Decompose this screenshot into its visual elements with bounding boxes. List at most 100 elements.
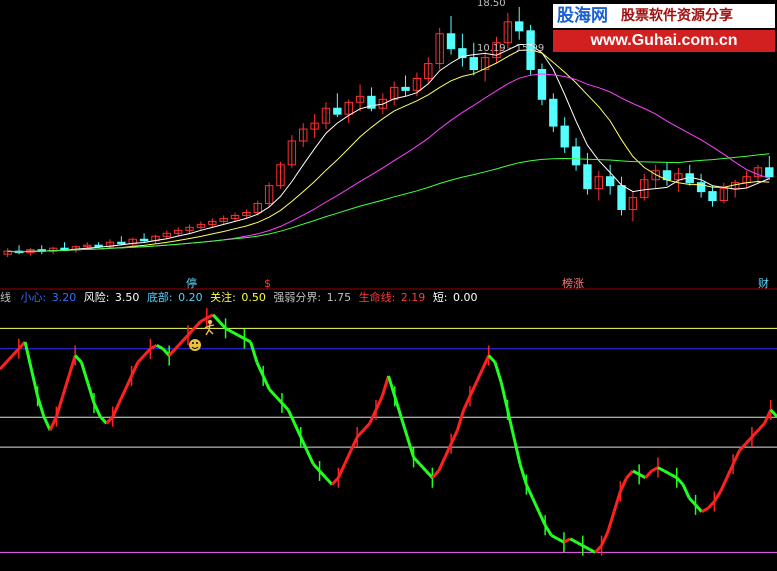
- indicator-segment: [48, 416, 58, 431]
- indicator-segment: [493, 361, 503, 384]
- top-price-label: 18.50: [477, 0, 506, 9]
- candle-down: [765, 167, 774, 178]
- indicator-segment: [744, 435, 754, 445]
- moving-averages: [7, 44, 770, 253]
- indicator-segment: [449, 429, 459, 445]
- legend-item: 生命线: 2.19: [359, 291, 428, 304]
- candle-down: [469, 57, 478, 71]
- candle-down: [60, 247, 69, 251]
- indicator-segment: [261, 375, 271, 391]
- candle-down: [605, 176, 615, 187]
- indicator-segment: [117, 388, 127, 404]
- watermark-url: www.Guhai.com.cn: [590, 32, 738, 49]
- indicator-segment: [556, 537, 565, 544]
- indicator-segment: [524, 483, 534, 499]
- indicator-segment: [757, 422, 766, 432]
- indicator-segment: [23, 341, 33, 370]
- legend-value: 0.00: [449, 291, 478, 304]
- indicator-segment: [632, 469, 640, 476]
- indicator-segment: [299, 436, 309, 452]
- indicator-segment: [582, 544, 590, 551]
- indicator-segment: [706, 500, 716, 510]
- price-range-label: 10.19 - 15.99: [477, 43, 544, 54]
- indicator-segment: [663, 469, 672, 476]
- indicator-segment: [701, 506, 709, 514]
- watermark-top: 股海网 股票软件资源分享: [553, 4, 775, 28]
- indicator-legend: 线 小心: 3.20 风险: 3.50 底部: 0.20 关注: 0.50 强弱…: [0, 290, 777, 306]
- indicator-segment: [437, 456, 447, 472]
- candle-down: [515, 21, 524, 32]
- indicator-segment: [5, 354, 14, 364]
- event-marker: 财: [758, 276, 769, 290]
- indicator-segment: [374, 395, 384, 411]
- indicator-segment: [199, 316, 208, 323]
- indicator-segment: [356, 429, 365, 439]
- indicator-segment: [61, 375, 71, 397]
- legend-item: 线: [0, 291, 15, 304]
- indicator-segment: [431, 469, 440, 479]
- watermark-slogan: 股票软件资源分享: [621, 8, 733, 24]
- legend-value: 3.50: [111, 291, 140, 304]
- indicator-segment: [462, 395, 472, 411]
- legend-value: 0.20: [174, 291, 203, 304]
- indicator-segment: [606, 511, 616, 533]
- event-marker: $: [264, 277, 271, 290]
- indicator-segment: [512, 436, 522, 465]
- indicator-segment: [412, 456, 421, 466]
- indicator-line: [0, 308, 777, 556]
- indicator-segment: [349, 436, 359, 452]
- indicator-segment: [399, 416, 409, 438]
- indicator-segment: [694, 503, 703, 513]
- watermark-name: 股海网: [557, 6, 608, 26]
- indicator-segment: [123, 375, 133, 391]
- ma-line-5: [7, 44, 770, 253]
- indicator-segment: [318, 469, 327, 479]
- indicator-segment: [644, 469, 653, 479]
- indicator-segment: [36, 395, 46, 418]
- indicator-segment: [331, 476, 340, 486]
- indicator-segment: [42, 416, 52, 431]
- indicator-segment: [218, 320, 227, 330]
- indicator-segment: [11, 347, 20, 357]
- legend-label: 线: [0, 291, 11, 304]
- indicator-segment: [725, 463, 735, 479]
- indicator-segment: [237, 333, 246, 340]
- legend-item: 强弱分界: 1.75: [273, 291, 353, 304]
- indicator-reference-lines: [0, 327, 777, 553]
- indicator-segment: [769, 408, 777, 418]
- indicator-segment: [537, 511, 547, 526]
- indicator-segment: [174, 340, 183, 350]
- indicator-segment: [763, 409, 773, 425]
- indicator-segment: [149, 344, 158, 351]
- indicator-segment: [274, 395, 284, 405]
- candle-down: [117, 241, 126, 245]
- ma-line-20: [7, 73, 770, 253]
- indicator-segment: [387, 375, 397, 397]
- indicator-segment: [143, 347, 152, 357]
- legend-value: 0.50: [237, 291, 266, 304]
- candle-down: [446, 33, 456, 50]
- indicator-segment: [368, 409, 378, 425]
- legend-item: 短: 0.00: [433, 291, 480, 304]
- indicator-segment: [418, 463, 428, 472]
- indicator-segment: [74, 354, 83, 364]
- candle-down: [560, 125, 569, 148]
- indicator-segment: [54, 395, 65, 418]
- indicator-segment: [362, 422, 371, 432]
- indicator-segment: [130, 361, 140, 377]
- indicator-segment: [86, 382, 96, 404]
- indicator-segment: [731, 449, 741, 465]
- candle-down: [94, 244, 103, 248]
- smiley-icon: [189, 339, 201, 351]
- indicator-segment: [600, 531, 610, 547]
- indicator-segment: [312, 463, 321, 472]
- candle-down: [333, 107, 342, 115]
- indicator-segment: [575, 540, 584, 547]
- indicator-segment: [750, 429, 760, 439]
- indicator-segment: [380, 375, 390, 397]
- indicator-segment: [675, 476, 685, 486]
- indicator-segment: [136, 354, 146, 364]
- event-marker: 停: [186, 276, 197, 290]
- indicator-segment: [499, 382, 510, 411]
- event-markers: 停 $ 榜涨 财: [186, 276, 769, 290]
